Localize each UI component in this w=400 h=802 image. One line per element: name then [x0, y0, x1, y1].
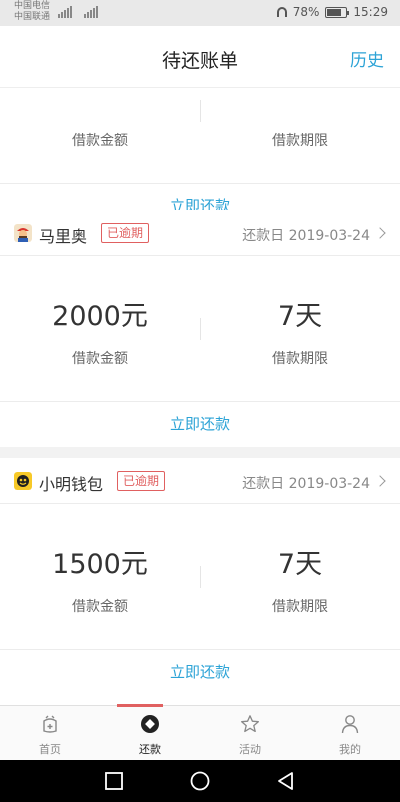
loan-amount: 2000元	[52, 301, 148, 332]
loan-term: 7天	[277, 301, 323, 332]
loan-card: 马里奥 已逾期 还款日 2019-03-24 2000元 借款金额 7天 借款期…	[0, 210, 400, 447]
loan-card-body: 1500元 借款金额 7天 借款期限	[0, 504, 400, 650]
loan-card-peek	[0, 694, 400, 705]
term-label: 借款期限	[272, 133, 328, 149]
star-icon	[241, 715, 259, 733]
signal-icon	[58, 5, 73, 19]
carrier-info: 中国电信 中国联通	[14, 1, 50, 23]
page-title: 待还账单	[161, 50, 238, 72]
status-right: 78% 15:29	[276, 5, 388, 19]
history-button[interactable]: 历史	[350, 46, 384, 71]
screen: 中国电信 中国联通 78% 15:29 待还账单 历史 借款金额 借款期限 立即…	[0, 0, 400, 802]
app-header: 待还账单 历史	[0, 26, 400, 88]
carrier-2: 中国联通	[14, 12, 51, 22]
chevron-right-icon	[374, 227, 386, 239]
recent-apps-icon[interactable]	[103, 770, 125, 792]
clock: 15:29	[353, 5, 388, 19]
xiaoming-wallet-icon	[14, 472, 32, 490]
headset-icon	[276, 7, 287, 17]
lender-name: 小明钱包	[39, 475, 104, 494]
amount-column: 借款金额	[0, 88, 200, 184]
amount-label: 借款金额	[72, 133, 128, 149]
repay-icon	[141, 715, 159, 733]
due-date: 还款日 2019-03-24	[242, 476, 370, 492]
loan-card-body: 借款金额 借款期限	[0, 88, 400, 184]
home-circle-icon[interactable]	[189, 770, 211, 792]
loan-card-body: 2000元 借款金额 7天 借款期限	[0, 256, 400, 402]
tab-mine[interactable]: 我的	[300, 706, 400, 761]
term-label: 借款期限	[272, 351, 328, 367]
bill-list[interactable]: 借款金额 借款期限 立即还款 马里奥 已逾期 还款日 2019-03-24 20…	[0, 88, 400, 705]
chevron-right-icon	[374, 475, 386, 487]
back-icon[interactable]	[275, 770, 297, 792]
loan-card-header[interactable]: 小明钱包 已逾期 还款日 2019-03-24	[0, 458, 400, 504]
battery-icon	[325, 6, 350, 18]
tab-repay[interactable]: 还款	[100, 706, 200, 761]
tab-activity[interactable]: 活动	[200, 706, 300, 761]
due-date: 还款日 2019-03-24	[242, 228, 370, 244]
amount-label: 借款金额	[72, 599, 128, 615]
loan-term: 7天	[277, 549, 323, 580]
loan-card-partial: 借款金额 借款期限 立即还款	[0, 88, 400, 229]
tab-label: 活动	[239, 743, 261, 756]
loan-card: 小明钱包 已逾期 还款日 2019-03-24 1500元 借款金额 7天 借款…	[0, 458, 400, 695]
carrier-1: 中国电信	[14, 1, 51, 11]
amount-label: 借款金额	[72, 351, 128, 367]
tab-label: 我的	[339, 743, 361, 756]
mario-icon	[14, 224, 32, 242]
bottom-tab-bar: 首页 还款 活动 我的	[0, 704, 400, 761]
overdue-badge: 已逾期	[101, 223, 150, 243]
amount-column: 1500元 借款金额	[0, 504, 200, 650]
repay-now-button[interactable]: 立即还款	[0, 650, 400, 695]
status-bar: 中国电信 中国联通 78% 15:29	[0, 0, 400, 26]
signal-icon	[84, 5, 99, 19]
loan-amount: 1500元	[52, 549, 148, 580]
term-label: 借款期限	[272, 599, 328, 615]
person-icon	[341, 715, 359, 734]
repay-now-button[interactable]: 立即还款	[0, 402, 400, 447]
home-bag-icon	[43, 715, 57, 733]
term-column: 7天 借款期限	[200, 504, 400, 650]
lender-name: 马里奥	[39, 227, 88, 246]
tab-home[interactable]: 首页	[0, 706, 100, 761]
overdue-badge: 已逾期	[117, 471, 166, 491]
amount-column: 2000元 借款金额	[0, 256, 200, 402]
loan-card-header[interactable]: 马里奥 已逾期 还款日 2019-03-24	[0, 210, 400, 256]
tab-label: 首页	[39, 743, 61, 756]
term-column: 7天 借款期限	[200, 256, 400, 402]
battery-percent: 78%	[292, 5, 320, 19]
tab-label: 还款	[139, 743, 161, 756]
term-column: 借款期限	[200, 88, 400, 184]
system-nav-bar	[0, 760, 400, 802]
